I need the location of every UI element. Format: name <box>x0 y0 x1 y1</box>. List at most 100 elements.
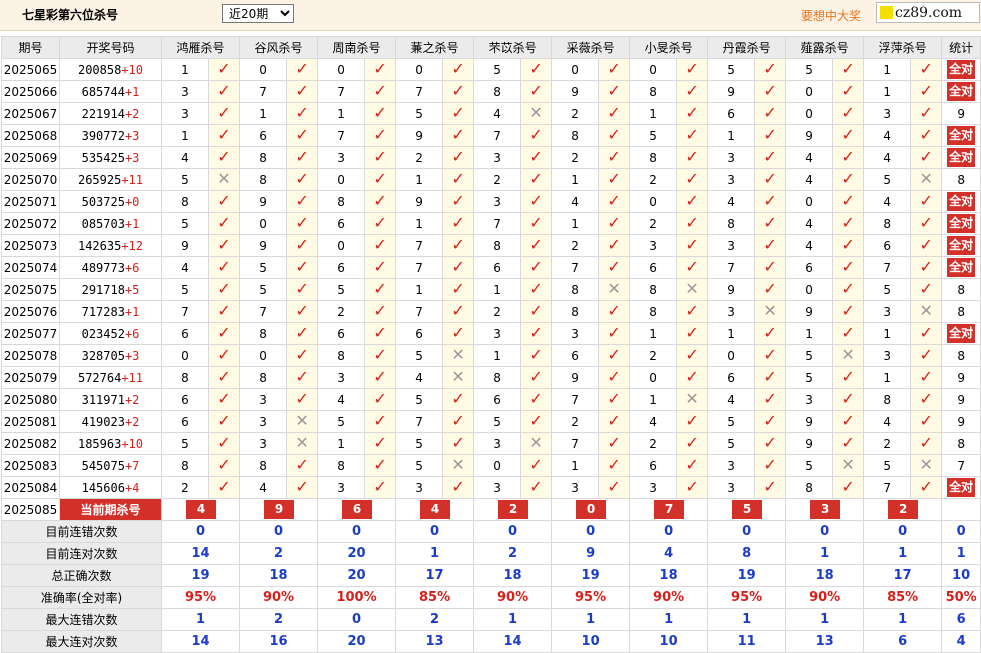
draw-bonus: +11 <box>121 370 144 385</box>
draw-bonus: +1 <box>124 84 140 99</box>
draw-number: 311971+2 <box>59 388 162 411</box>
check-icon: ✓ <box>919 279 933 298</box>
header-expert[interactable]: 鸿雁杀号 <box>160 36 241 59</box>
result-mark: ✓ <box>207 190 241 213</box>
period-select[interactable]: 近20期 <box>222 4 294 23</box>
current-kill-cell: 6 <box>317 498 397 521</box>
kill-number: 4 <box>161 146 209 169</box>
check-icon: ✓ <box>373 257 387 276</box>
kill-number: 2 <box>551 234 600 257</box>
check-icon: ✓ <box>529 455 543 474</box>
kill-number: 3 <box>863 102 912 125</box>
kill-number: 3 <box>863 300 912 323</box>
draw-bonus: +11 <box>121 172 144 187</box>
kill-number: 3 <box>629 476 678 499</box>
header-expert[interactable]: 采薇杀号 <box>551 36 631 59</box>
check-icon: ✓ <box>841 411 855 430</box>
check-icon: ✓ <box>685 477 699 496</box>
check-icon: ✓ <box>529 477 543 496</box>
table-row: 2025067 221914+2 3 ✓ 1 ✓ 1 ✓ 5 ✓ 4 ✕ 2 ✓ 1 ✓ 6 ✓ 0 ✓ 3 ✓ 9 <box>1 102 981 125</box>
result-mark: ✓ <box>442 278 475 301</box>
result-mark: ✓ <box>520 454 553 477</box>
check-icon: ✓ <box>295 235 309 254</box>
check-icon: ✓ <box>607 323 621 342</box>
result-mark: ✓ <box>754 388 787 411</box>
check-icon: ✓ <box>685 367 699 386</box>
kill-number: 9 <box>785 410 834 433</box>
check-icon: ✓ <box>373 103 387 122</box>
kill-number: 4 <box>863 190 912 213</box>
current-kill-cell: 2 <box>473 498 553 521</box>
issue-number: 2025080 <box>1 388 60 411</box>
stats-value: 85% <box>863 586 943 609</box>
header-expert[interactable]: 谷风杀号 <box>239 36 319 59</box>
kill-number: 9 <box>707 80 756 103</box>
header-expert[interactable]: 薤露杀号 <box>785 36 865 59</box>
header-expert[interactable]: 小旻杀号 <box>629 36 709 59</box>
kill-number: 3 <box>317 366 366 389</box>
draw-number: 291718+5 <box>59 278 162 301</box>
stats-value: 10 <box>551 630 631 653</box>
row-total: 全对 <box>941 146 981 169</box>
table-row: 2025079 572764+11 8 ✓ 8 ✓ 3 ✓ 4 ✕ 8 ✓ 9 ✓ 0 ✓ 6 ✓ 5 ✓ 1 ✓ 9 <box>1 366 981 389</box>
result-mark: ✓ <box>207 410 241 433</box>
header-row: 期号 开奖号码 鸿雁杀号 谷风杀号 周南杀号 蒹之杀号 芣苡杀号 采薇杀号 小旻杀号 丹霞杀号 薤露… <box>1 36 981 59</box>
result-mark: ✓ <box>754 168 787 191</box>
kill-number: 4 <box>863 410 912 433</box>
header-expert[interactable]: 芣苡杀号 <box>473 36 553 59</box>
check-icon: ✓ <box>841 147 855 166</box>
result-mark: ✓ <box>754 454 787 477</box>
check-icon: ✓ <box>841 103 855 122</box>
issue-number: 2025066 <box>1 80 60 103</box>
header-expert[interactable]: 周南杀号 <box>317 36 397 59</box>
kill-number: 5 <box>707 410 756 433</box>
kill-number: 3 <box>239 410 288 433</box>
result-mark: ✓ <box>676 476 709 499</box>
check-icon: ✓ <box>295 389 309 408</box>
check-icon: ✓ <box>451 301 465 320</box>
row-total: 全对 <box>941 234 981 257</box>
result-mark: ✓ <box>676 102 709 125</box>
result-mark: ✓ <box>286 168 319 191</box>
kill-number: 5 <box>785 366 834 389</box>
site-logo[interactable]: cz89.com <box>876 2 980 23</box>
kill-number: 1 <box>473 278 522 301</box>
draw-digits: 717283 <box>81 304 125 319</box>
row-total: 全对 <box>941 80 981 103</box>
row-total: 8 <box>941 344 981 367</box>
stats-value: 17 <box>863 564 943 587</box>
check-icon: ✓ <box>295 191 309 210</box>
kill-number: 7 <box>239 80 288 103</box>
stats-value: 19 <box>160 564 241 587</box>
check-icon: ✓ <box>841 301 855 320</box>
draw-digits: 535425 <box>81 150 125 165</box>
check-icon: ✓ <box>373 345 387 364</box>
stats-value: 20 <box>317 630 397 653</box>
kill-number: 8 <box>551 124 600 147</box>
result-mark: ✕ <box>676 388 709 411</box>
draw-number: 085703+1 <box>59 212 162 235</box>
result-mark: ✓ <box>286 344 319 367</box>
kill-number: 1 <box>395 168 444 191</box>
header-expert[interactable]: 丹霞杀号 <box>707 36 787 59</box>
result-mark: ✓ <box>364 234 397 257</box>
draw-digits: 503725 <box>81 194 125 209</box>
result-mark: ✓ <box>754 322 787 345</box>
kill-number: 4 <box>785 146 834 169</box>
stats-row: 目前连错次数 0 0 0 0 0 0 0 0 0 0 0 <box>1 520 981 543</box>
draw-bonus: +1 <box>124 304 140 319</box>
stats-label: 最大连对次数 <box>1 630 162 653</box>
kill-number: 3 <box>551 322 600 345</box>
header-expert[interactable]: 浮萍杀号 <box>863 36 943 59</box>
current-kill-badge: 6 <box>342 500 373 519</box>
result-mark: ✓ <box>910 322 943 345</box>
result-mark: ✓ <box>207 344 241 367</box>
kill-number: 3 <box>317 146 366 169</box>
draw-digits: 265925 <box>77 172 122 187</box>
result-mark: ✓ <box>754 366 787 389</box>
result-mark: ✓ <box>520 146 553 169</box>
kill-number: 4 <box>863 124 912 147</box>
header-expert[interactable]: 蒹之杀号 <box>395 36 475 59</box>
result-mark: ✓ <box>676 58 709 81</box>
stats-row: 总正确次数 19 18 20 17 18 19 18 19 18 17 10 <box>1 564 981 587</box>
